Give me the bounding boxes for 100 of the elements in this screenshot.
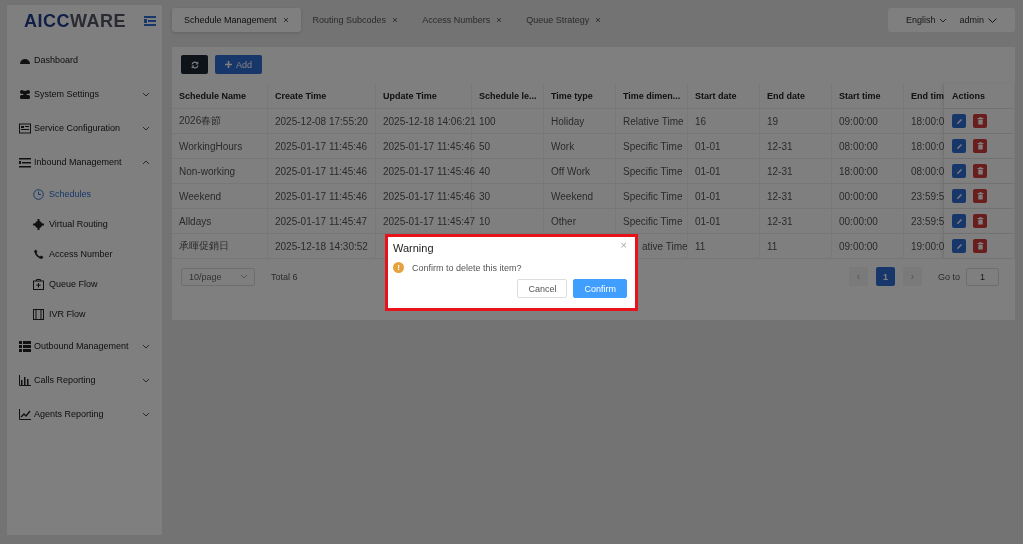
column-header: Schedule Name [172, 84, 268, 108]
trash-icon [976, 217, 984, 225]
delete-button[interactable] [973, 114, 987, 128]
close-icon[interactable] [496, 17, 503, 23]
submenu-item[interactable]: Queue Flow [7, 269, 162, 299]
table-cell: 12-31 [767, 215, 793, 227]
table-cell: 08:00:00 [839, 140, 878, 152]
table-cell: 2025-01-17 11:45:46 [275, 165, 368, 177]
close-icon[interactable] [392, 17, 399, 23]
menu-icon[interactable] [144, 16, 156, 26]
sidebar-item[interactable]: Calls Reporting [7, 363, 162, 397]
delete-button[interactable] [973, 189, 987, 203]
user-dropdown[interactable]: admin [959, 15, 997, 25]
dialog-title: Warning [393, 242, 434, 254]
table-cell: Alldays [179, 215, 212, 227]
edit-button[interactable] [952, 189, 966, 203]
column-header: Start date [688, 84, 760, 108]
menu-item-icon [19, 88, 31, 100]
table-cell: 00:00:00 [839, 215, 878, 227]
sidebar-item[interactable]: Inbound Management [7, 145, 162, 179]
page-size-select[interactable]: 10/page [181, 267, 255, 286]
sidebar-item[interactable]: Dashboard [7, 43, 162, 77]
goto-page-field[interactable]: 1 [966, 267, 999, 286]
pencil-icon [955, 142, 963, 150]
edit-button[interactable] [952, 239, 966, 253]
table-cell: 19 [767, 115, 779, 127]
submenu-icon [33, 308, 44, 320]
refresh-button[interactable] [181, 55, 208, 74]
table-cell: 2026春節 [179, 114, 222, 128]
table-cell: 00:00:00 [839, 190, 878, 202]
cancel-button[interactable]: Cancel [517, 279, 568, 298]
submenu-icon [33, 188, 44, 200]
table-cell: 01-01 [695, 190, 721, 202]
table-cell: 18:00:0 [911, 115, 945, 127]
table-cell: Other [551, 215, 576, 227]
add-button[interactable]: Add [215, 55, 262, 74]
dialog-message: Confirm to delete this item? [412, 262, 522, 273]
trash-icon [976, 167, 984, 175]
table-cell: 12-31 [767, 140, 793, 152]
sidebar-item[interactable]: Service Configuration [7, 111, 162, 145]
table-cell: 12-31 [767, 165, 793, 177]
edit-button[interactable] [952, 164, 966, 178]
page-tab[interactable]: Access Numbers [410, 8, 515, 32]
column-header: Start time [832, 84, 904, 108]
page-tab[interactable]: Routing Subcodes [300, 8, 411, 32]
menu-item-icon [19, 374, 31, 386]
table-cell: 40 [479, 165, 491, 177]
table-cell: 2025-01-17 11:45:47 [383, 215, 476, 227]
table-cell: 09:00:00 [839, 240, 878, 252]
close-icon[interactable] [595, 17, 602, 23]
column-header: End date [760, 84, 832, 108]
refresh-icon [190, 60, 199, 69]
pencil-icon [955, 117, 963, 125]
page-button[interactable]: 1 [876, 267, 895, 286]
table-cell: Specific Time [623, 140, 683, 152]
total-count: Total 6 [271, 271, 298, 282]
table-cell: 30 [479, 190, 491, 202]
menu-item-icon [19, 122, 31, 134]
close-button[interactable]: × [620, 239, 627, 251]
chevron-icon [988, 17, 997, 23]
page-tab[interactable]: Queue Strategy [514, 8, 614, 32]
chevron-icon [142, 159, 150, 165]
table-cell: 100 [479, 115, 496, 127]
table-cell: 50 [479, 140, 491, 152]
sidebar-item[interactable]: System Settings [7, 77, 162, 111]
table-cell: Work [551, 140, 575, 152]
table-cell: 23:59:5 [911, 190, 945, 202]
submenu-icon [33, 218, 44, 230]
edit-button[interactable] [952, 214, 966, 228]
language-dropdown[interactable]: English [905, 15, 948, 25]
table-cell: 11 [767, 240, 778, 252]
table-cell: 2025-01-17 11:45:46 [383, 190, 476, 202]
confirm-button[interactable]: Confirm [573, 279, 627, 298]
edit-button[interactable] [952, 114, 966, 128]
table-cell: Non-working [179, 165, 236, 177]
delete-button[interactable] [973, 139, 987, 153]
submenu-item[interactable]: IVR Flow [7, 299, 162, 329]
delete-button[interactable] [973, 164, 987, 178]
sidebar-item[interactable]: Outbound Management [7, 329, 162, 363]
pencil-icon [955, 242, 963, 250]
sidebar-item[interactable]: Agents Reporting [7, 397, 162, 431]
submenu-item[interactable]: Schedules [7, 179, 162, 209]
submenu-icon [33, 278, 44, 290]
column-header: Time type [544, 84, 616, 108]
table-cell: 2025-12-18 14:30:52 [275, 240, 368, 252]
table-cell: Weekend [551, 190, 594, 202]
submenu-item[interactable]: Access Number [7, 239, 162, 269]
close-icon[interactable] [282, 17, 289, 23]
table-cell: 2025-12-18 14:06:21 [383, 115, 476, 127]
warning-icon: ! [393, 262, 404, 273]
pencil-icon [955, 217, 963, 225]
edit-button[interactable] [952, 139, 966, 153]
page-tab[interactable]: Schedule Management [172, 8, 301, 32]
column-header: Time dimen... [616, 84, 688, 108]
table-cell: ative Time [642, 240, 688, 252]
delete-button[interactable] [973, 239, 987, 253]
delete-button[interactable] [973, 214, 987, 228]
submenu-item[interactable]: Virtual Routing [7, 209, 162, 239]
table-cell: 08:00:0 [911, 165, 945, 177]
table-cell: Off Work [551, 165, 591, 177]
